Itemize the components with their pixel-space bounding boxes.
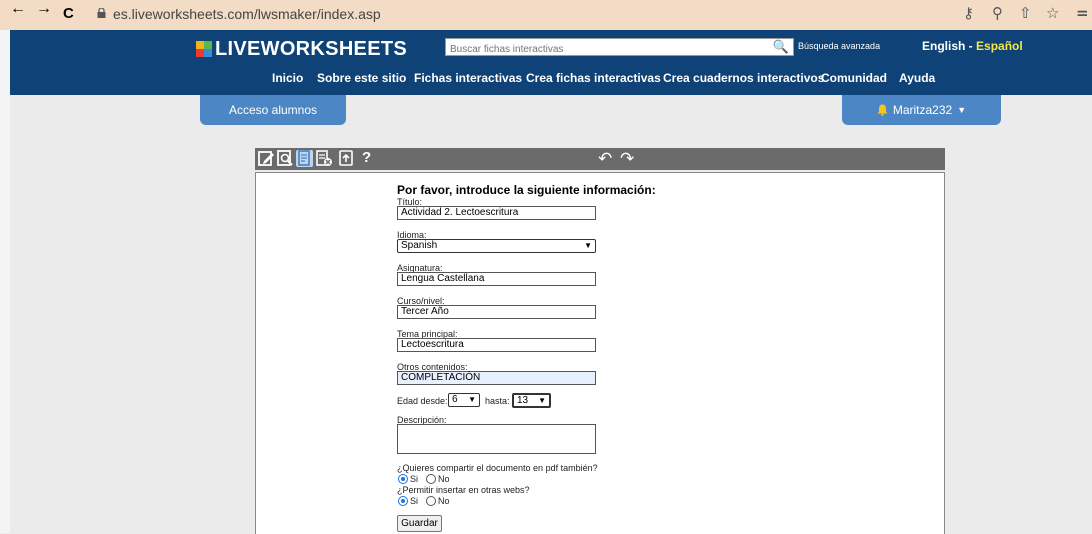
embed-yes-label: Si <box>410 496 419 506</box>
menu-crea-fichas[interactable]: Crea fichas interactivas <box>526 71 661 85</box>
lang-spanish-link[interactable]: Español <box>976 39 1023 53</box>
lang-english-link[interactable]: English <box>922 39 965 53</box>
idioma-value: Spanish <box>401 240 438 251</box>
bookmark-star-icon[interactable]: ☆ <box>1046 4 1059 22</box>
redo-icon[interactable]: ↷ <box>620 149 634 169</box>
curso-field[interactable]: Tercer Año <box>397 305 596 319</box>
chevron-down-icon: ▼ <box>538 396 546 405</box>
search-icon[interactable]: 🔍 <box>773 39 789 55</box>
forward-icon[interactable]: → <box>36 0 52 18</box>
save-label: Guardar <box>401 518 438 529</box>
edit-icon[interactable] <box>258 150 275 167</box>
chevron-down-icon: ▼ <box>468 395 476 404</box>
embed-no-radio[interactable] <box>426 496 436 506</box>
titulo-field[interactable]: Actividad 2. Lectoescritura <box>397 206 596 220</box>
descripcion-textarea[interactable] <box>397 424 596 454</box>
menu-comunidad[interactable]: Comunidad <box>821 71 887 85</box>
reload-icon[interactable]: C <box>63 5 74 22</box>
bell-icon <box>877 104 888 116</box>
left-edge <box>0 30 10 533</box>
chevron-down-icon: ▼ <box>584 241 592 250</box>
export-icon[interactable] <box>338 150 355 167</box>
set-answers-icon[interactable] <box>296 150 313 167</box>
preview-icon[interactable] <box>277 150 294 167</box>
edad-desde-value: 6 <box>452 394 458 405</box>
username: Maritza232 <box>892 103 953 117</box>
edad-hasta-label: hasta: <box>485 396 510 406</box>
delete-page-icon[interactable] <box>316 150 333 167</box>
student-access-label: Acceso alumnos <box>228 103 318 117</box>
back-icon[interactable]: ← <box>10 0 26 18</box>
language-switcher: English - Español <box>922 39 1023 53</box>
editor-toolbar: ? ↶ ↷ <box>255 148 945 170</box>
menu-crea-cuadernos[interactable]: Crea cuadernos interactivos <box>663 71 824 85</box>
zoom-icon[interactable]: ⚲ <box>992 4 1003 22</box>
save-button[interactable]: Guardar <box>397 515 442 532</box>
edad-desde-label: Edad desde: <box>397 396 448 406</box>
browser-menu-icon[interactable]: = <box>1076 4 1089 22</box>
edad-hasta-value: 13 <box>517 395 529 406</box>
address-bar[interactable]: es.liveworksheets.com/lwsmaker/index.asp <box>113 6 381 22</box>
tema-field[interactable]: Lectoescritura <box>397 338 596 352</box>
site-logo[interactable]: LIVEWORKSHEETS <box>196 37 407 61</box>
menu-fichas[interactable]: Fichas interactivas <box>414 71 522 85</box>
undo-icon[interactable]: ↶ <box>598 149 612 169</box>
idioma-select[interactable]: Spanish ▼ <box>397 239 596 253</box>
pdf-question: ¿Quieres compartir el documento en pdf t… <box>397 463 598 473</box>
asignatura-field[interactable]: Lengua Castellana <box>397 272 596 286</box>
pdf-no-radio[interactable] <box>426 474 436 484</box>
editor-canvas <box>255 172 945 534</box>
edad-hasta-select[interactable]: 13 ▼ <box>512 393 551 408</box>
logo-text: LIVEWORKSHEETS <box>215 37 407 60</box>
logo-mark-icon <box>196 41 212 57</box>
embed-yes-radio[interactable] <box>398 496 408 506</box>
search-input[interactable] <box>446 41 764 58</box>
lang-separator: - <box>965 39 977 53</box>
embed-question: ¿Permitir insertar en otras webs? <box>397 485 530 495</box>
embed-no-label: No <box>438 496 450 506</box>
student-access-button[interactable]: Acceso alumnos <box>200 95 346 125</box>
lock-icon <box>97 8 106 18</box>
menu-inicio[interactable]: Inicio <box>272 71 303 85</box>
menu-ayuda[interactable]: Ayuda <box>899 71 935 85</box>
search-box: 🔍 <box>445 38 794 58</box>
user-menu-button[interactable]: Maritza232 ▼ <box>842 95 1001 125</box>
share-icon[interactable]: ⇧ <box>1019 4 1032 22</box>
otros-field[interactable]: COMPLETACIÓN <box>397 371 596 385</box>
help-icon[interactable]: ? <box>362 149 371 166</box>
menu-sobre[interactable]: Sobre este sitio <box>317 71 406 85</box>
edad-desde-select[interactable]: 6 ▼ <box>448 393 480 407</box>
form-heading: Por favor, introduce la siguiente inform… <box>397 183 656 197</box>
key-icon[interactable]: ⚷ <box>963 4 974 22</box>
pdf-no-label: No <box>438 474 450 484</box>
advanced-search-link[interactable]: Búsqueda avanzada <box>798 41 880 51</box>
chevron-down-icon: ▼ <box>957 105 967 115</box>
pdf-yes-label: Si <box>410 474 419 484</box>
pdf-yes-radio[interactable] <box>398 474 408 484</box>
